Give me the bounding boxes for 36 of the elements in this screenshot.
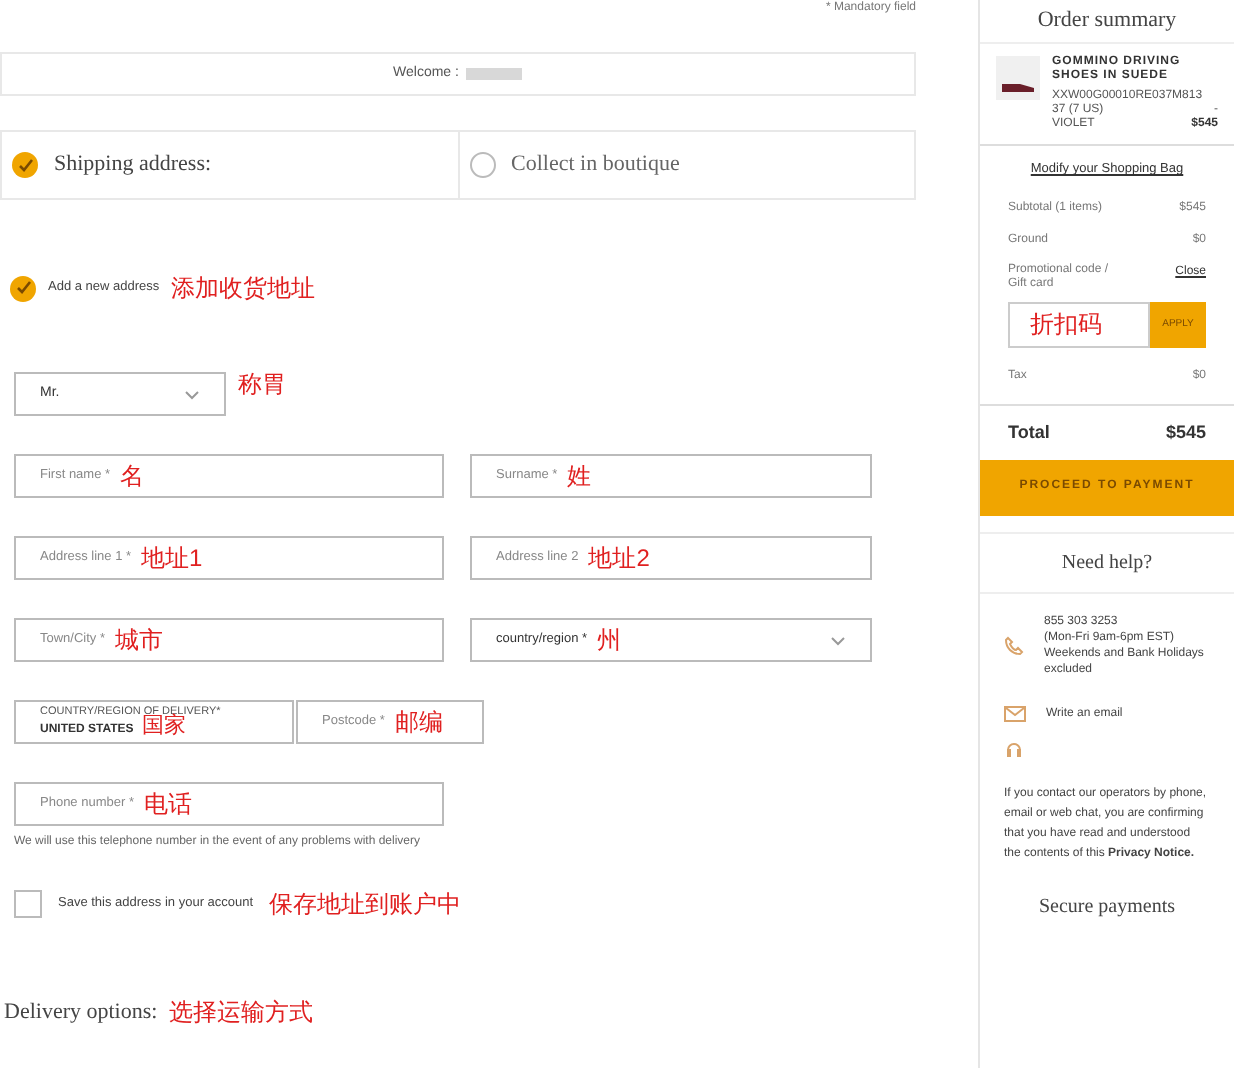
section-heading: Delivery options:: [4, 997, 158, 1028]
total-value: $545: [1165, 419, 1206, 445]
option-label: Collect in boutique: [511, 150, 680, 181]
annotation-text: 选择运输方式: [169, 996, 314, 1030]
annotation-text: 保存地址到账户中: [269, 888, 462, 922]
annotation-text: 地址1: [141, 542, 203, 576]
delivery-tab[interactable]: Shipping address:: [2, 132, 457, 198]
radio-icon[interactable]: [469, 152, 495, 178]
annotation-text: 国家: [141, 716, 186, 738]
annotation-text: 地址2: [588, 542, 650, 576]
phone-icon: [1004, 635, 1024, 656]
annotation-text: 添加收货地址: [171, 272, 316, 306]
annotation-text: 折扣码: [1030, 308, 1102, 343]
total-label: Total: [1008, 419, 1050, 445]
shoe-icon: [1000, 82, 1036, 92]
annotation-text: 电话: [143, 788, 192, 822]
check-icon[interactable]: [12, 152, 38, 178]
panel-title: Need help?: [980, 533, 1234, 594]
annotation-text: 名: [120, 460, 145, 494]
annotation-text: 邮编: [394, 706, 443, 740]
check-icon[interactable]: [10, 275, 36, 301]
panel-title: Secure payments: [1036, 893, 1178, 922]
envelope-icon: [1004, 706, 1026, 723]
annotation-text: 城市: [115, 624, 164, 658]
chevron-down-icon: [184, 389, 200, 399]
headset-icon: [1004, 739, 1024, 760]
panel-title: Order summary: [980, 0, 1234, 44]
option-label: Shipping address:: [54, 150, 212, 181]
delivery-tab[interactable]: Collect in boutique: [457, 132, 914, 198]
promo-code-field[interactable]: 折扣码: [1008, 301, 1150, 348]
chevron-down-icon: [830, 635, 846, 645]
checkbox[interactable]: [14, 890, 42, 918]
annotation-text: 姓: [567, 460, 592, 494]
annotation-text: 州: [597, 624, 622, 658]
redacted-name: [466, 68, 523, 80]
annotation-text: 称胃: [238, 368, 286, 402]
